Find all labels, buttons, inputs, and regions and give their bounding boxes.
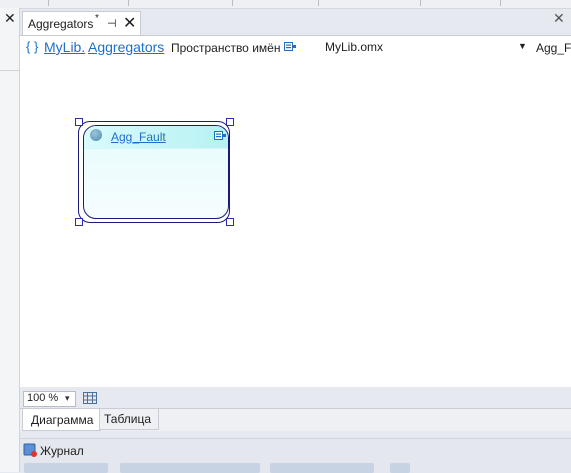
namespace-icon: { } [26,39,39,54]
tab-table[interactable]: Таблица [99,409,159,430]
tab-table-label: Таблица [104,412,152,426]
toolbar-separator [318,0,319,6]
dropdown-arrow-icon: ▼ [518,41,527,51]
namespace-type-label: Пространство имён [171,41,281,55]
entity-type-icon [90,129,102,141]
aggregate-dropdown[interactable]: Agg_Fa [536,41,571,55]
toolbar-separator [128,0,129,6]
journal-panel: Журнал [20,438,571,473]
namespace-link-aggregators[interactable]: Aggregators [88,39,164,55]
entity-name-link[interactable]: Agg_Fault [111,130,166,144]
left-panel-divider [0,70,19,71]
toolbar-separator [232,0,233,6]
tab-diagram-label: Диаграмма [31,413,94,427]
journal-title: Журнал [40,444,84,458]
model-file-name: MyLib.omx [325,40,384,54]
diagram-canvas[interactable]: Agg_Fault [20,60,571,387]
resize-handle-bottom-left[interactable] [75,218,83,226]
tab-diagram[interactable]: Диаграмма [22,409,101,431]
zoom-arrow-icon: ▾ [65,393,70,403]
namespace-link-mylib[interactable]: MyLib. [44,39,85,55]
journal-icon [23,443,37,457]
left-side-panel [0,8,20,472]
zoom-value: 100 % [27,392,59,404]
entity-properties-icon[interactable] [214,131,226,140]
resize-handle-top-right[interactable] [226,118,234,126]
zoom-dropdown[interactable]: 100 % ▾ [23,391,76,407]
model-file-dropdown[interactable]: MyLib.omx ▼ [322,40,530,55]
fit-to-screen-icon[interactable] [82,391,98,405]
left-panel-close-icon[interactable]: ✕ [4,10,16,27]
resize-handle-bottom-right[interactable] [226,218,234,226]
namespace-type-icon [284,42,296,51]
close-tab-icon[interactable]: ✕ [123,13,136,33]
view-tabs: Диаграмма Таблица [20,408,571,431]
pin-icon[interactable]: ⊣ [107,17,117,30]
document-tab[interactable]: Aggregators * ⊣ ✕ [22,11,141,36]
entity-agg-fault[interactable]: Agg_Fault [83,125,229,219]
modified-marker: * [95,13,99,24]
resize-handle-top-left[interactable] [75,118,83,126]
toolbar-separator [420,0,421,6]
top-toolbar-strip [0,0,571,9]
document-tab-title: Aggregators [28,17,94,31]
right-panel-close-icon[interactable]: ✕ [553,10,565,27]
navigation-bar: { } MyLib. Aggregators Пространство имён… [20,35,571,61]
toolbar-separator [48,0,49,6]
toolbar-separator [500,0,501,6]
